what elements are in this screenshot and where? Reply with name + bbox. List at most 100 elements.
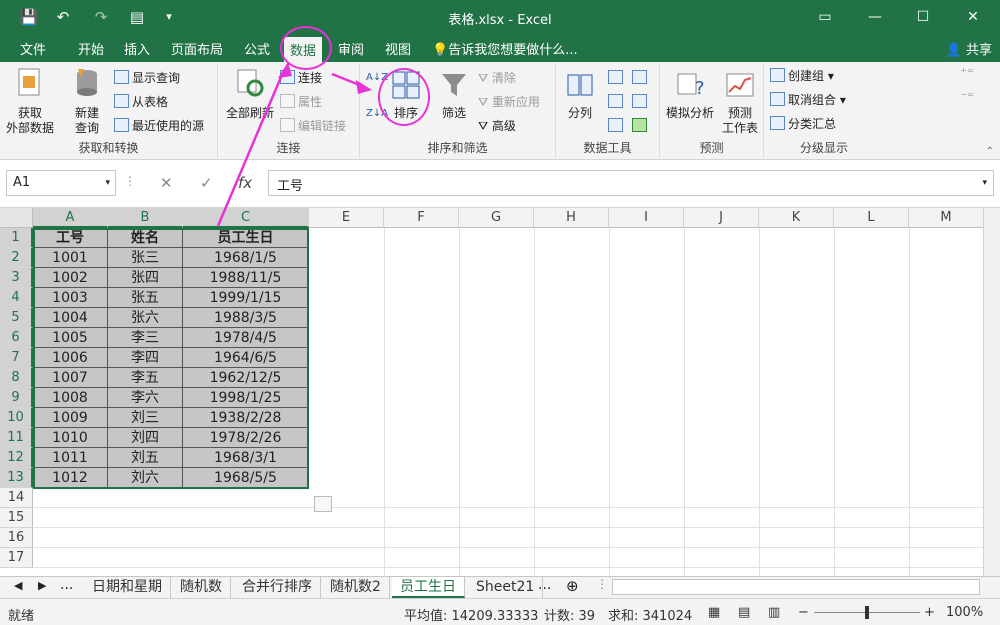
table-cell[interactable]: 1004 [33,308,108,328]
row-header-6[interactable]: 6 [0,328,33,348]
zoom-in-icon[interactable]: + [924,605,935,620]
insert-function-icon[interactable]: fx [238,174,252,192]
manage-data-model-icon[interactable] [632,118,647,132]
table-cell[interactable]: 1968/5/5 [183,468,309,488]
zoom-out-icon[interactable]: − [798,605,809,620]
prev-sheet-icon[interactable]: ◀ [14,579,22,592]
row-header-17[interactable]: 17 [0,548,33,568]
more-sheets-right[interactable]: ... [538,577,551,593]
table-cell[interactable]: 1999/1/15 [183,288,309,308]
filter-button[interactable]: 筛选 [434,70,474,121]
next-sheet-icon[interactable]: ▶ [38,579,46,592]
column-header-e[interactable]: E [309,208,384,228]
row-header-4[interactable]: 4 [0,288,33,308]
column-header-b[interactable]: B [108,208,183,228]
table-cell[interactable]: 刘四 [108,428,183,448]
table-cell[interactable]: 李六 [108,388,183,408]
forecast-sheet-button[interactable]: 预测 工作表 [720,70,760,136]
table-cell[interactable]: 1968/3/1 [183,448,309,468]
tab-view[interactable]: 视图 [385,39,411,58]
from-table-button[interactable]: 从表格 [114,92,168,112]
edit-links-button[interactable]: 编辑链接 [280,116,346,136]
maximize-button[interactable]: ☐ [900,0,946,36]
row-header-1[interactable]: 1 [0,228,33,248]
table-cell[interactable]: 张四 [108,268,183,288]
column-header-a[interactable]: A [33,208,108,228]
tab-formulas[interactable]: 公式 [244,39,270,58]
expand-formula-icon[interactable]: ▾ [982,178,987,188]
table-cell[interactable]: 1012 [33,468,108,488]
vertical-scrollbar[interactable] [983,208,1000,576]
row-header-16[interactable]: 16 [0,528,33,548]
hide-detail-icon[interactable]: ⁻⁼ [960,90,974,105]
table-cell[interactable]: 1968/1/5 [183,248,309,268]
relationships-icon[interactable] [632,94,647,108]
table-cell[interactable]: 1964/6/5 [183,348,309,368]
table-cell[interactable]: 刘六 [108,468,183,488]
table-cell[interactable]: 张六 [108,308,183,328]
close-button[interactable]: ✕ [950,0,996,36]
page-layout-view-icon[interactable]: ▤ [738,605,750,620]
table-cell[interactable]: 1008 [33,388,108,408]
data-validation-icon[interactable] [608,118,623,132]
table-cell[interactable]: 李四 [108,348,183,368]
more-sheets-ellipsis[interactable]: ... [60,577,73,593]
table-cell[interactable]: 1988/3/5 [183,308,309,328]
zoom-level[interactable]: 100% [946,605,983,620]
row-header-12[interactable]: 12 [0,448,33,468]
consolidate-icon[interactable] [632,70,647,84]
column-header-m[interactable]: M [909,208,984,228]
table-cell[interactable]: 1006 [33,348,108,368]
row-header-8[interactable]: 8 [0,368,33,388]
normal-view-icon[interactable]: ▦ [708,605,720,620]
table-cell[interactable]: 1009 [33,408,108,428]
reapply-button[interactable]: ⛛ 重新应用 [478,92,540,112]
table-cell[interactable]: 1962/12/5 [183,368,309,388]
show-queries-button[interactable]: 显示查询 [114,68,180,88]
page-break-view-icon[interactable]: ▥ [768,605,780,620]
select-all-corner[interactable] [0,208,33,228]
share-button[interactable]: 👤 共享 [946,39,992,58]
sheet-tab[interactable]: Sheet21 [468,577,544,598]
remove-duplicates-icon[interactable] [608,94,623,108]
connections-button[interactable]: 连接 [280,68,322,88]
recent-sources-button[interactable]: 最近使用的源 [114,116,204,136]
add-sheet-icon[interactable]: ⊕ [566,577,579,595]
row-header-9[interactable]: 9 [0,388,33,408]
ungroup-button[interactable]: 取消组合 ▾ [770,90,846,110]
table-cell[interactable]: 1978/4/5 [183,328,309,348]
sheet-tab-active[interactable]: 员工生日 [392,577,465,598]
table-cell[interactable]: 1010 [33,428,108,448]
minimize-button[interactable]: — [852,0,898,36]
table-cell[interactable]: 刘五 [108,448,183,468]
what-if-analysis-button[interactable]: ? 模拟分析 [662,70,718,121]
column-header-k[interactable]: K [759,208,834,228]
row-header-2[interactable]: 2 [0,248,33,268]
ribbon-options-button[interactable]: ▭ [802,0,848,36]
new-query-button[interactable]: 新建 查询 [64,66,110,136]
column-header-g[interactable]: G [459,208,534,228]
sheet-tab[interactable]: 随机数 [172,577,231,598]
table-header-cell[interactable]: 员工生日 [183,228,309,248]
table-cell[interactable]: 张五 [108,288,183,308]
tab-page-layout[interactable]: 页面布局 [171,39,223,58]
group-button[interactable]: 创建组 ▾ [770,66,834,86]
quick-analysis-icon[interactable] [314,496,332,512]
table-cell[interactable]: 1998/1/25 [183,388,309,408]
subtotal-button[interactable]: 分类汇总 [770,114,836,134]
worksheet-grid[interactable]: A B C E F G H I J K L M 1 2 3 4 5 6 7 8 … [0,208,1000,576]
clear-button[interactable]: ⛛ 清除 [478,68,516,88]
column-header-i[interactable]: I [609,208,684,228]
zoom-slider-thumb[interactable] [865,606,869,619]
tab-home[interactable]: 开始 [78,39,104,58]
collapse-ribbon-icon[interactable]: ⌃ [986,146,994,157]
table-cell[interactable]: 李三 [108,328,183,348]
sheet-tab[interactable]: 随机数2 [322,577,390,598]
column-header-h[interactable]: H [534,208,609,228]
table-header-cell[interactable]: 工号 [33,228,108,248]
refresh-all-button[interactable]: 全部刷新 [220,66,280,121]
row-header-3[interactable]: 3 [0,268,33,288]
table-cell[interactable]: 1011 [33,448,108,468]
sheet-tab[interactable]: 合并行排序 [234,577,321,598]
tab-review[interactable]: 审阅 [338,39,364,58]
